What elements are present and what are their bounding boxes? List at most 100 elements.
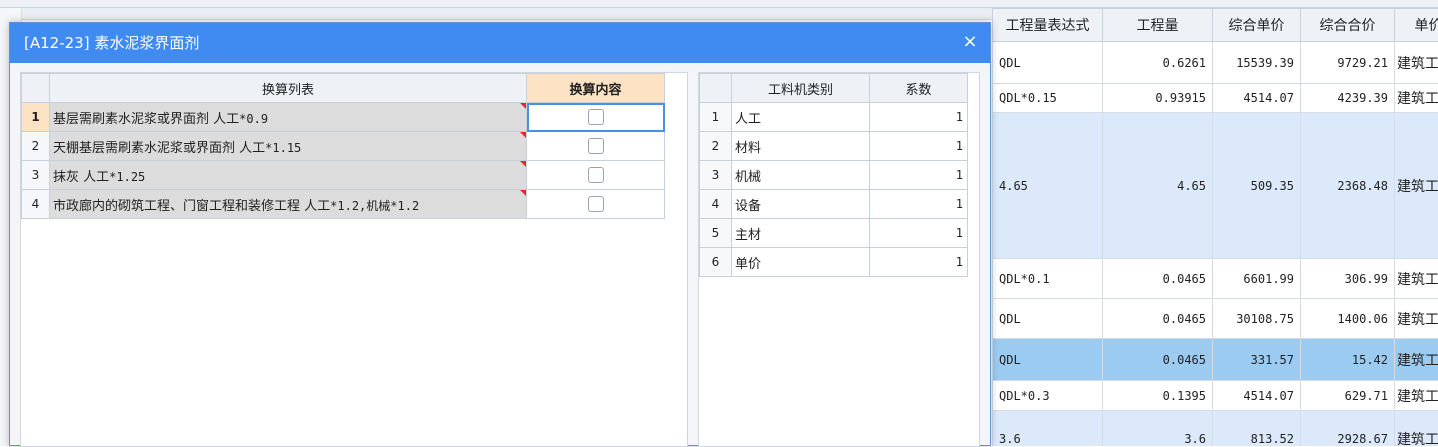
conversion-checkbox-cell[interactable] [527, 190, 665, 219]
col-header-unit-price[interactable]: 综合单价 [1213, 9, 1301, 42]
cell-unit[interactable]: 建筑工 [1395, 259, 1438, 299]
cell-unit[interactable]: 建筑工 [1395, 113, 1438, 259]
cell-quantity[interactable]: 0.93915 [1103, 84, 1213, 113]
coefficient-cell[interactable]: 1 [870, 248, 968, 277]
col-header-index [22, 74, 50, 103]
cell-quantity[interactable]: 0.0465 [1103, 259, 1213, 299]
cell-expression[interactable]: QDL*0.3 [993, 381, 1103, 411]
cell-unit-price[interactable]: 6601.99 [1213, 259, 1301, 299]
col-header-coefficient[interactable]: 系数 [870, 74, 968, 103]
conversion-checkbox[interactable] [588, 109, 604, 125]
coefficient-cell[interactable]: 1 [870, 190, 968, 219]
category-row[interactable]: 1 人工 1 [700, 103, 968, 132]
cell-unit[interactable]: 建筑工 [1395, 42, 1438, 84]
col-header-unit[interactable]: 单价 [1395, 9, 1438, 42]
category-name: 设备 [732, 190, 870, 219]
category-row[interactable]: 4 设备 1 [700, 190, 968, 219]
cell-unit[interactable]: 建筑工 [1395, 84, 1438, 113]
conversion-checkbox[interactable] [588, 138, 604, 154]
cell-quantity[interactable]: 0.6261 [1103, 42, 1213, 84]
cell-expression[interactable]: QDL*0.1 [993, 259, 1103, 299]
coefficient-cell[interactable]: 1 [870, 132, 968, 161]
cell-quantity[interactable]: 3.6 [1103, 411, 1213, 447]
cell-total[interactable]: 629.71 [1301, 381, 1395, 411]
conversion-item-text[interactable]: 基层需刷素水泥浆或界面剂 人工*0.9 [50, 103, 527, 132]
category-row[interactable]: 5 主材 1 [700, 219, 968, 248]
dialog-title-bar[interactable]: [A12-23] 素水泥浆界面剂 × [10, 23, 990, 63]
conversion-item-text[interactable]: 抹灰 人工*1.25 [50, 161, 527, 190]
conversion-row[interactable]: 1 基层需刷素水泥浆或界面剂 人工*0.9 [22, 103, 665, 132]
cell-quantity[interactable]: 0.0465 [1103, 299, 1213, 339]
conversion-row[interactable]: 4 市政廊内的砌筑工程、门窗工程和装修工程 人工*1.2,机械*1.2 [22, 190, 665, 219]
row-index: 4 [22, 190, 50, 219]
cell-unit-price[interactable]: 15539.39 [1213, 42, 1301, 84]
cell-expression[interactable]: QDL [993, 339, 1103, 381]
cell-unit-price[interactable]: 4514.07 [1213, 84, 1301, 113]
table-row[interactable]: QDL*0.15 0.93915 4514.07 4239.39 建筑工 [993, 84, 1438, 113]
comment-marker-icon [520, 161, 526, 167]
cell-total[interactable]: 4239.39 [1301, 84, 1395, 113]
conversion-checkbox-cell[interactable] [527, 161, 665, 190]
conversion-checkbox[interactable] [588, 196, 604, 212]
cell-unit[interactable]: 建筑工 [1395, 381, 1438, 411]
col-header-conversion-content[interactable]: 换算内容 [527, 74, 665, 103]
close-icon[interactable]: × [960, 23, 980, 63]
table-row[interactable]: 3.6 3.6 813.52 2928.67 建筑工 [993, 411, 1438, 447]
category-row[interactable]: 6 单价 1 [700, 248, 968, 277]
conversion-item-text[interactable]: 天棚基层需刷素水泥浆或界面剂 人工*1.15 [50, 132, 527, 161]
conversion-checkbox-cell[interactable] [527, 132, 665, 161]
conversion-item-factor: *1.2,机械*1.2 [330, 199, 419, 213]
conversion-dialog: [A12-23] 素水泥浆界面剂 × 换算列表 换算内容 1 [9, 22, 991, 446]
cell-unit-price[interactable]: 813.52 [1213, 411, 1301, 447]
conversion-row[interactable]: 3 抹灰 人工*1.25 [22, 161, 665, 190]
cell-expression[interactable]: QDL*0.15 [993, 84, 1103, 113]
cell-expression[interactable]: 3.6 [993, 411, 1103, 447]
row-index: 6 [700, 248, 732, 277]
conversion-row[interactable]: 2 天棚基层需刷素水泥浆或界面剂 人工*1.15 [22, 132, 665, 161]
cell-unit-price[interactable]: 509.35 [1213, 113, 1301, 259]
cell-unit[interactable]: 建筑工 [1395, 339, 1438, 381]
col-header-expression[interactable]: 工程量表达式 [993, 9, 1103, 42]
col-header-conversion-list[interactable]: 换算列表 [50, 74, 527, 103]
background-grid-header [0, 8, 992, 20]
row-index: 3 [22, 161, 50, 190]
cell-quantity[interactable]: 0.1395 [1103, 381, 1213, 411]
cell-total[interactable]: 306.99 [1301, 259, 1395, 299]
category-row[interactable]: 3 机械 1 [700, 161, 968, 190]
cell-quantity[interactable]: 4.65 [1103, 113, 1213, 259]
coefficient-cell[interactable]: 1 [870, 103, 968, 132]
cell-quantity[interactable]: 0.0465 [1103, 339, 1213, 381]
category-name: 主材 [732, 219, 870, 248]
col-header-category[interactable]: 工料机类别 [732, 74, 870, 103]
cell-total[interactable]: 2368.48 [1301, 113, 1395, 259]
cell-unit[interactable]: 建筑工 [1395, 299, 1438, 339]
cell-unit-price[interactable]: 331.57 [1213, 339, 1301, 381]
cell-unit[interactable]: 建筑工 [1395, 411, 1438, 447]
table-row[interactable]: QDL 0.0465 30108.75 1400.06 建筑工 [993, 299, 1438, 339]
cell-total[interactable]: 9729.21 [1301, 42, 1395, 84]
table-row[interactable]: QDL*0.3 0.1395 4514.07 629.71 建筑工 [993, 381, 1438, 411]
coefficient-cell[interactable]: 1 [870, 161, 968, 190]
cell-total[interactable]: 15.42 [1301, 339, 1395, 381]
category-name: 机械 [732, 161, 870, 190]
conversion-item-text[interactable]: 市政廊内的砌筑工程、门窗工程和装修工程 人工*1.2,机械*1.2 [50, 190, 527, 219]
conversion-checkbox[interactable] [588, 167, 604, 183]
cell-unit-price[interactable]: 30108.75 [1213, 299, 1301, 339]
col-header-total-price[interactable]: 综合合价 [1301, 9, 1395, 42]
table-row[interactable]: 4.65 4.65 509.35 2368.48 建筑工 [993, 113, 1438, 259]
cell-expression[interactable]: 4.65 [993, 113, 1103, 259]
cell-expression[interactable]: QDL [993, 299, 1103, 339]
coefficient-cell[interactable]: 1 [870, 219, 968, 248]
cell-total[interactable]: 2928.67 [1301, 411, 1395, 447]
cell-unit-price[interactable]: 4514.07 [1213, 381, 1301, 411]
cell-expression[interactable]: QDL [993, 42, 1103, 84]
table-row-selected[interactable]: QDL 0.0465 331.57 15.42 建筑工 [993, 339, 1438, 381]
conversion-checkbox-cell[interactable] [527, 103, 665, 132]
col-header-quantity[interactable]: 工程量 [1103, 9, 1213, 42]
comment-marker-icon [520, 190, 526, 196]
cell-total[interactable]: 1400.06 [1301, 299, 1395, 339]
table-row[interactable]: QDL 0.6261 15539.39 9729.21 建筑工 [993, 42, 1438, 84]
conversion-item-label: 基层需刷素水泥浆或界面剂 人工 [53, 112, 239, 127]
table-row[interactable]: QDL*0.1 0.0465 6601.99 306.99 建筑工 [993, 259, 1438, 299]
category-row[interactable]: 2 材料 1 [700, 132, 968, 161]
